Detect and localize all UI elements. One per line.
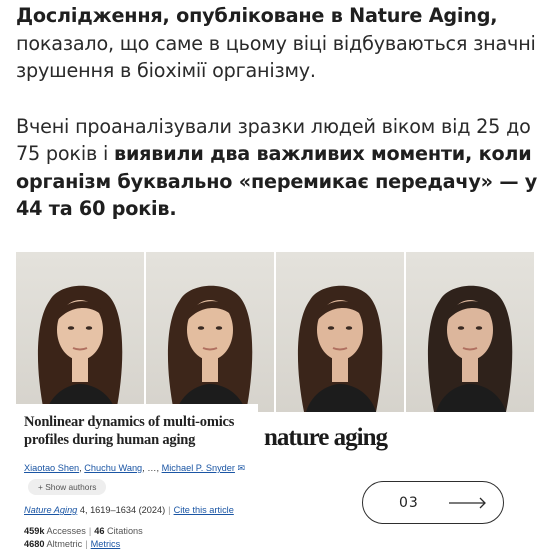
portrait-2 (146, 252, 274, 412)
altmetric-value: 4680 (24, 538, 45, 549)
portrait-4 (406, 252, 534, 412)
journal-link[interactable]: Nature Aging (24, 505, 77, 515)
portrait-3 (276, 252, 404, 412)
author-link[interactable]: Xiaotao Shen (24, 463, 79, 473)
portrait-1 (16, 252, 144, 412)
portrait-illustration (427, 285, 513, 412)
journal-line: Nature Aging 4, 1619–1634 (2024) | Cite th… (24, 505, 234, 515)
pager-button[interactable]: 03 (362, 481, 504, 524)
show-authors-button[interactable]: + Show authors (28, 479, 107, 495)
article-text: Дослідження, опубліковане в Nature Aging… (16, 2, 556, 223)
nature-aging-logo: nature aging (264, 424, 388, 451)
citations-value: 46 (94, 526, 105, 536)
metrics: 459k Accesses | 46 Citations 4680 Altmetri… (24, 526, 143, 549)
portrait-illustration (37, 285, 123, 412)
mail-icon[interactable]: ✉ (238, 463, 246, 473)
paragraph-1-rest: показало, що саме в цьому віці відбувают… (16, 31, 536, 83)
metrics-link[interactable]: Metrics (91, 539, 121, 549)
author-link[interactable]: Michael P. Snyder (162, 463, 235, 473)
accesses-label: Accesses (44, 526, 86, 536)
paper-card: Nonlinear dynamics of multi-omics profil… (16, 404, 258, 560)
paragraph-1-bold: Дослідження, опубліковане в Nature Aging… (16, 4, 498, 27)
paper-title: Nonlinear dynamics of multi-omics profil… (24, 414, 235, 448)
cite-link[interactable]: Cite this article (174, 505, 234, 515)
altmetric-label: Altmetric (44, 538, 83, 549)
citations-label: Citations (104, 526, 143, 536)
page-number: 03 (399, 494, 419, 511)
arrow-right-icon (449, 497, 486, 509)
accesses-value: 459k (24, 526, 45, 536)
portrait-illustration (167, 285, 253, 412)
paragraph-2: Вчені проаналізували зразки людей віком … (16, 113, 556, 223)
paper-authors: Xiaotao Shen, Chuchu Wang, …, Michael P.… (24, 463, 246, 473)
author-link[interactable]: Chuchu Wang (84, 463, 142, 473)
volume-pages: 4, 1619–1634 (2024) (77, 505, 166, 515)
paragraph-1: Дослідження, опубліковане в Nature Aging… (16, 2, 556, 85)
portrait-illustration (297, 285, 383, 412)
age-portraits-strip (16, 252, 534, 412)
